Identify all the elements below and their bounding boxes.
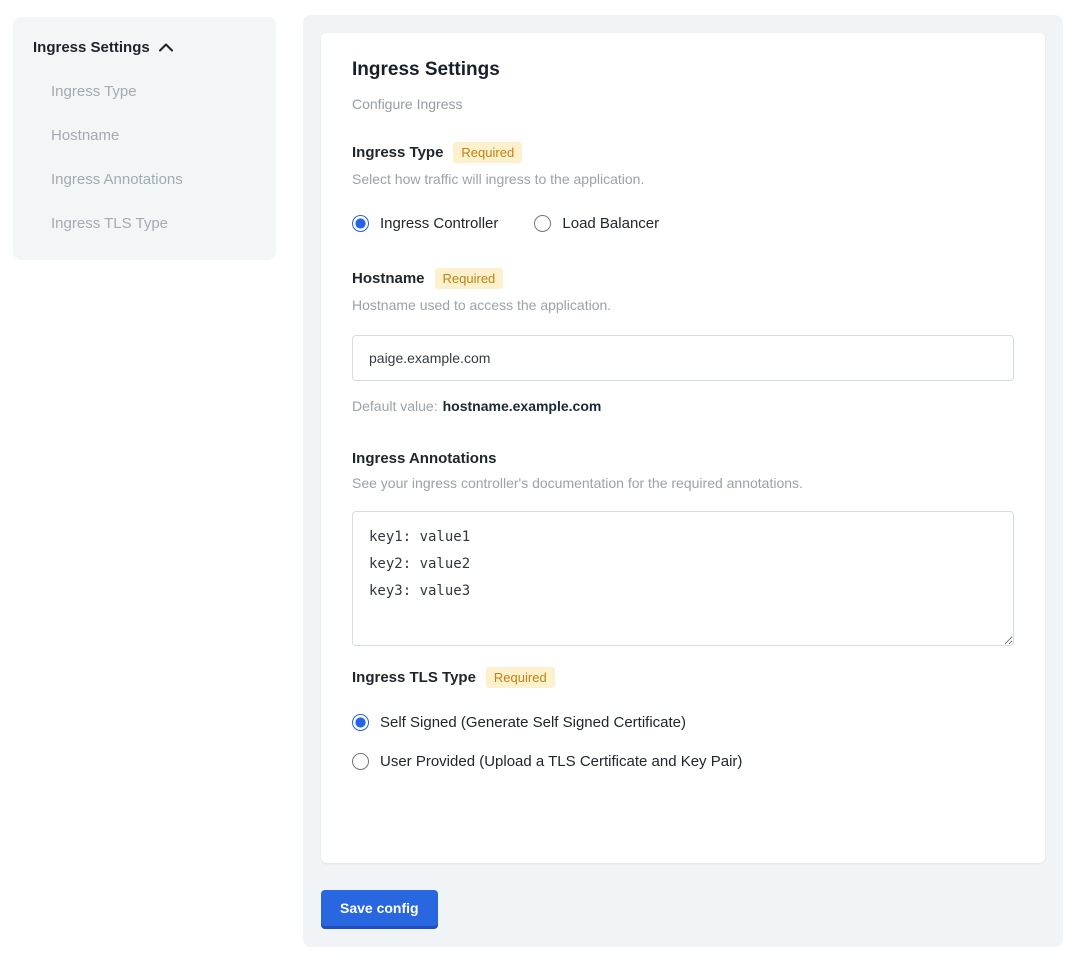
- hostname-help: Hostname used to access the application.: [352, 297, 1014, 313]
- required-badge: Required: [435, 268, 504, 289]
- radio-user-provided[interactable]: User Provided (Upload a TLS Certificate …: [352, 753, 1014, 770]
- sidebar-item-hostname[interactable]: Hostname: [51, 127, 256, 144]
- radio-self-signed[interactable]: Self Signed (Generate Self Signed Certif…: [352, 714, 1014, 731]
- required-badge: Required: [486, 667, 555, 688]
- hostname-input[interactable]: [352, 335, 1014, 381]
- radio-load-balancer-input[interactable]: [534, 215, 551, 232]
- sidebar-item-ingress-tls-type[interactable]: Ingress TLS Type: [51, 215, 256, 232]
- sidebar-group-ingress-settings[interactable]: Ingress Settings: [33, 39, 256, 56]
- page-layout: Ingress Settings Ingress Type Hostname I…: [0, 0, 1090, 947]
- page-title: Ingress Settings: [352, 59, 1014, 81]
- ingress-type-help: Select how traffic will ingress to the a…: [352, 171, 1014, 187]
- field-hostname: Hostname Required Hostname used to acces…: [352, 268, 1014, 414]
- sidebar-item-ingress-type[interactable]: Ingress Type: [51, 83, 256, 100]
- settings-sidebar: Ingress Settings Ingress Type Hostname I…: [13, 17, 276, 260]
- chevron-up-icon: [159, 43, 173, 52]
- required-badge: Required: [453, 142, 522, 163]
- main-panel: Ingress Settings Configure Ingress Ingre…: [303, 15, 1063, 947]
- page-subtitle: Configure Ingress: [352, 96, 1014, 112]
- field-ingress-type: Ingress Type Required Select how traffic…: [352, 142, 1014, 232]
- hostname-label: Hostname: [352, 270, 425, 287]
- radio-ingress-controller-label: Ingress Controller: [380, 215, 498, 232]
- ingress-annotations-textarea[interactable]: key1: value1 key2: value2 key3: value3: [352, 511, 1014, 646]
- hostname-default-value[interactable]: hostname.example.com: [443, 398, 602, 414]
- radio-ingress-controller-input[interactable]: [352, 215, 369, 232]
- radio-user-provided-input[interactable]: [352, 753, 369, 770]
- ingress-type-label: Ingress Type: [352, 144, 443, 161]
- radio-load-balancer[interactable]: Load Balancer: [534, 215, 659, 232]
- radio-ingress-controller[interactable]: Ingress Controller: [352, 215, 498, 232]
- radio-load-balancer-label: Load Balancer: [562, 215, 659, 232]
- field-ingress-tls-type: Ingress TLS Type Required Self Signed (G…: [352, 667, 1014, 770]
- sidebar-group-title: Ingress Settings: [33, 39, 150, 56]
- ingress-tls-type-radio-group: Self Signed (Generate Self Signed Certif…: [352, 714, 1014, 770]
- save-row: Save config: [321, 890, 1045, 926]
- sidebar-item-ingress-annotations[interactable]: Ingress Annotations: [51, 171, 256, 188]
- ingress-annotations-help: See your ingress controller's documentat…: [352, 475, 1014, 491]
- save-config-button[interactable]: Save config: [321, 890, 438, 926]
- radio-user-provided-label: User Provided (Upload a TLS Certificate …: [380, 753, 742, 770]
- ingress-settings-card: Ingress Settings Configure Ingress Ingre…: [321, 33, 1045, 863]
- ingress-annotations-label: Ingress Annotations: [352, 450, 496, 467]
- hostname-default-line: Default value: hostname.example.com: [352, 398, 1014, 414]
- radio-self-signed-label: Self Signed (Generate Self Signed Certif…: [380, 714, 686, 731]
- ingress-type-radio-group: Ingress Controller Load Balancer: [352, 215, 1014, 232]
- hostname-default-label: Default value:: [352, 398, 438, 414]
- radio-self-signed-input[interactable]: [352, 714, 369, 731]
- ingress-tls-type-label: Ingress TLS Type: [352, 669, 476, 686]
- field-ingress-annotations: Ingress Annotations See your ingress con…: [352, 450, 1014, 651]
